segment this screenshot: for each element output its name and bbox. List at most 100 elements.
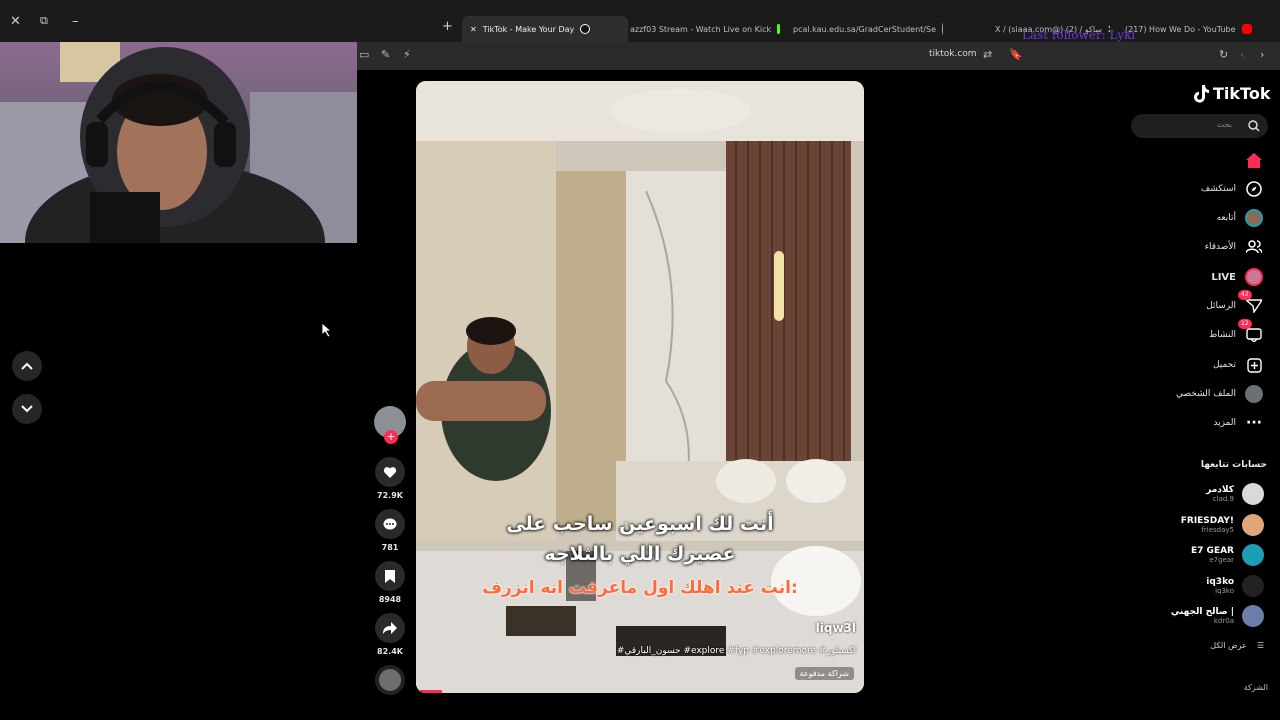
video-player[interactable]: أنت لك اسبوعين ساحب على عصيرك اللي بالثل… xyxy=(416,81,864,693)
sidebar-toggle-icon[interactable]: ▭ xyxy=(359,48,369,61)
close-window-icon[interactable]: ✕ xyxy=(10,14,21,29)
sidebar-item-upload[interactable]: تحميل xyxy=(1213,355,1264,375)
browser-tab-bar: ✕ ⧉ – + ✕ TikTok - Make Your Day azzf03 … xyxy=(0,0,1280,42)
extension-icon[interactable]: ⚡ xyxy=(403,48,411,61)
account-handle: e7gear xyxy=(1209,556,1234,564)
following-account[interactable]: FRIESDAY! friesday5 xyxy=(1181,514,1264,536)
follow-plus-icon[interactable]: + xyxy=(384,430,398,444)
caption-line-3: انت عند اهلك اول ماعرفت انه انزرف: xyxy=(482,578,798,598)
following-account[interactable]: كلادمر clad.9 xyxy=(1206,483,1264,505)
video-author-handle[interactable]: liqw3l xyxy=(816,621,856,635)
following-accounts-title: حسابات تتابعها xyxy=(1200,460,1267,470)
share-action[interactable]: 82.4K xyxy=(375,613,405,656)
tab-tiktok[interactable]: ✕ TikTok - Make Your Day xyxy=(462,16,628,42)
share-button[interactable] xyxy=(375,613,405,643)
tab-kick[interactable]: azzf03 Stream - Watch Live on Kick xyxy=(630,18,780,40)
globe-favicon-icon xyxy=(941,23,943,35)
streamer-webcam xyxy=(0,42,357,243)
following-account[interactable]: iq3ko iq3ko xyxy=(1206,575,1264,597)
following-account[interactable]: E7 GEAR e7gear xyxy=(1191,544,1264,566)
nav-label: أتابعه xyxy=(1216,213,1236,223)
like-action[interactable]: 72.9K xyxy=(375,457,405,500)
reload-icon[interactable]: ↻ xyxy=(1219,48,1228,61)
author-avatar-button[interactable]: + xyxy=(374,406,406,444)
search-input[interactable]: بحث xyxy=(1131,114,1268,138)
messages-icon: 42 xyxy=(1238,290,1264,316)
sidebar-item-profile[interactable]: الملف الشخصي xyxy=(1176,384,1264,404)
heart-icon xyxy=(383,466,397,478)
tab-youtube[interactable]: (217) How We Do - YouTube xyxy=(1125,18,1270,40)
company-link[interactable]: الشركة xyxy=(1244,683,1268,692)
restore-window-icon[interactable]: ⧉ xyxy=(40,14,48,28)
address-bar[interactable]: tiktok.com xyxy=(929,49,977,59)
see-all-button[interactable]: عرض الكل ☰ xyxy=(1210,641,1264,650)
paid-partnership-label: شراكة مدفوعة xyxy=(794,667,854,680)
site-settings-icon[interactable]: ⇄ xyxy=(983,48,992,61)
avatar xyxy=(1242,575,1264,597)
account-name: E7 GEAR xyxy=(1191,546,1234,556)
sidebar-item-live[interactable]: LIVE xyxy=(1211,267,1264,287)
forward-icon[interactable]: › xyxy=(1260,48,1264,61)
nav-label: استكشف xyxy=(1200,184,1236,194)
following-account[interactable]: صالح الجهني | kdr0a xyxy=(1171,605,1264,627)
sidebar-item-following[interactable]: أتابعه xyxy=(1217,208,1264,228)
list-icon: ☰ xyxy=(1256,641,1264,650)
sidebar-item-home[interactable] xyxy=(1236,150,1264,170)
account-name: صالح الجهني | xyxy=(1170,607,1234,617)
nav-label: الأصدقاء xyxy=(1204,242,1236,252)
account-name: كلادمر xyxy=(1206,485,1234,495)
activity-icon: 12 xyxy=(1238,319,1264,345)
video-hashtags[interactable]: #حسون_البارقي #explore #fyp #exploremore… xyxy=(617,646,856,656)
like-button[interactable] xyxy=(375,457,405,487)
new-tab-button[interactable]: + xyxy=(442,19,453,34)
see-all-label: عرض الكل xyxy=(1210,641,1247,650)
share-count: 82.4K xyxy=(377,647,403,656)
sidebar-item-friends[interactable]: الأصدقاء xyxy=(1205,237,1264,257)
avatar xyxy=(1242,483,1264,505)
account-handle: friesday5 xyxy=(1201,526,1234,534)
sidebar-item-messages[interactable]: الرسائل 42 xyxy=(1206,290,1264,316)
minimize-window-icon[interactable]: – xyxy=(72,14,79,29)
back-icon[interactable]: ‹ xyxy=(1240,48,1244,61)
chevron-up-icon xyxy=(21,362,33,370)
close-tab-icon[interactable]: ✕ xyxy=(470,25,477,34)
comment-count: 781 xyxy=(381,543,399,552)
video-frame-image xyxy=(416,81,864,693)
save-action[interactable]: 8948 xyxy=(375,561,405,604)
comment-action[interactable]: 781 xyxy=(375,509,405,552)
like-count: 72.9K xyxy=(377,491,403,500)
save-button[interactable] xyxy=(375,561,405,591)
more-icon: ··· xyxy=(1246,415,1262,431)
nav-label: تحميل xyxy=(1212,360,1236,370)
account-name: iq3ko xyxy=(1206,577,1234,587)
account-name: FRIESDAY! xyxy=(1180,516,1234,526)
avatar xyxy=(1242,544,1264,566)
nav-label: LIVE xyxy=(1211,271,1236,283)
nav-label: النشاط xyxy=(1208,330,1236,340)
nav-label: الرسائل xyxy=(1206,301,1236,311)
avatar xyxy=(1242,605,1264,627)
sidebar-item-activity[interactable]: النشاط 12 xyxy=(1208,319,1264,345)
video-progress-bar[interactable] xyxy=(420,690,442,693)
comment-button[interactable] xyxy=(375,509,405,539)
next-video-button[interactable] xyxy=(12,394,42,424)
tiktok-logo[interactable]: TikTok xyxy=(1193,84,1270,103)
search-icon[interactable] xyxy=(1248,120,1260,132)
previous-video-button[interactable] xyxy=(12,351,42,381)
avatar xyxy=(1242,514,1264,536)
home-icon xyxy=(1244,150,1264,170)
account-handle: kdr0a xyxy=(1213,617,1234,625)
bookmark-icon[interactable]: 🔖 xyxy=(1009,48,1023,61)
tiktok-favicon-icon xyxy=(580,24,591,34)
sidebar-item-explore[interactable]: استكشف xyxy=(1201,179,1264,199)
tab-kau[interactable]: pcal.kau.edu.sa/GradCerStudent/Se xyxy=(793,18,943,40)
kick-favicon-icon xyxy=(777,24,780,34)
sidebar-item-more[interactable]: المزيد ··· xyxy=(1213,413,1264,433)
chevron-down-icon xyxy=(21,405,33,413)
bookmark-icon xyxy=(385,569,395,583)
profile-icon xyxy=(1244,384,1264,404)
pen-icon[interactable]: ✎ xyxy=(381,48,390,61)
compass-icon xyxy=(1244,179,1264,199)
music-disc-button[interactable] xyxy=(375,665,405,695)
avatar-icon xyxy=(1244,208,1264,228)
